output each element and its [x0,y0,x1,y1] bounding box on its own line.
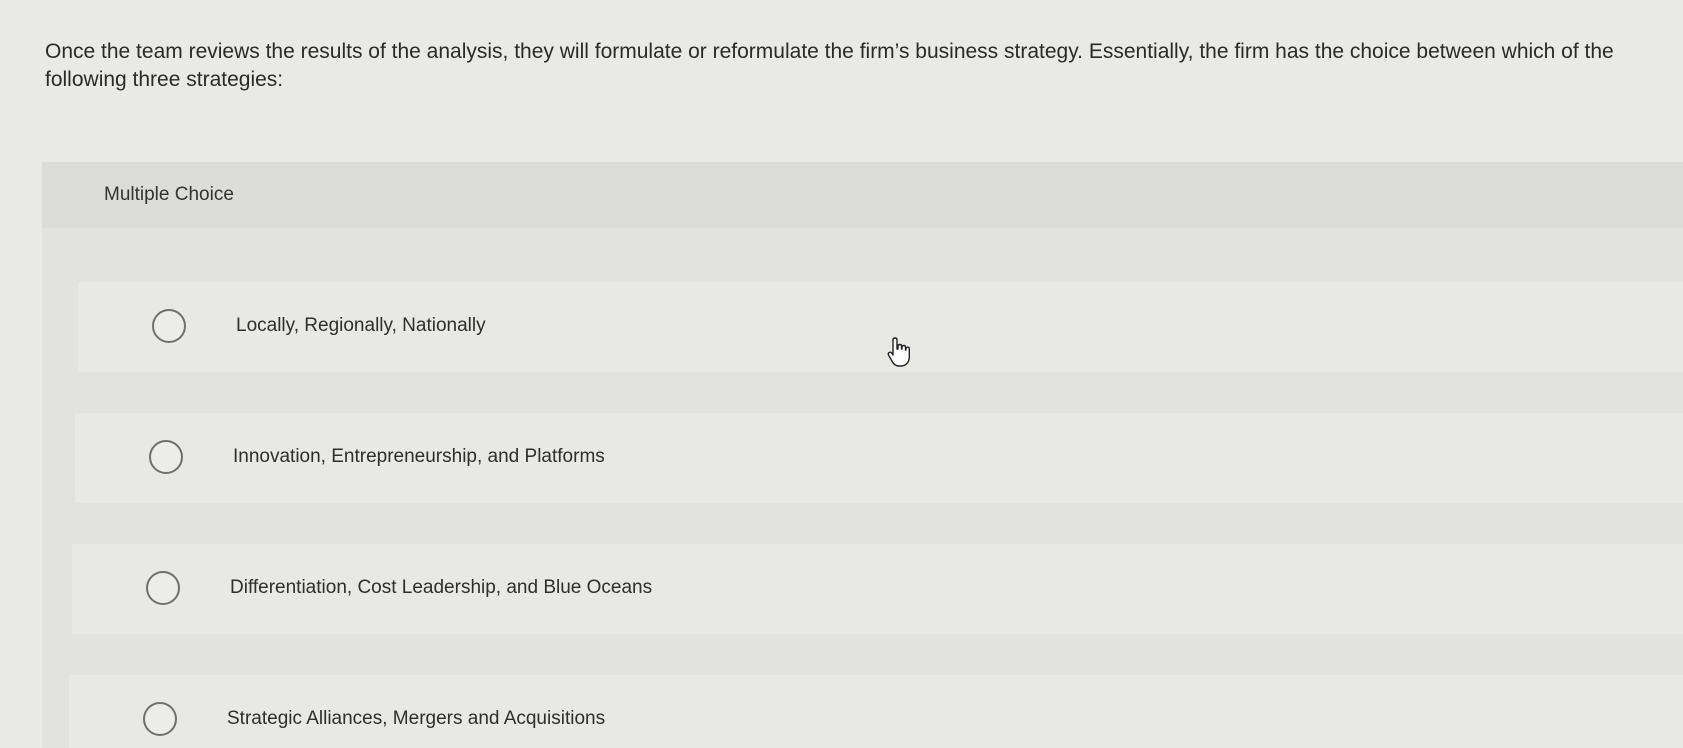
question-text: Once the team reviews the results of the… [45,40,1614,91]
radio-button-icon[interactable] [143,702,177,736]
option-1-label: Locally, Regionally, Nationally [236,315,486,336]
hand-pointer-cursor-icon [887,337,910,367]
radio-button-icon[interactable] [146,571,180,605]
option-2[interactable]: Innovation, Entrepreneurship, and Platfo… [75,413,1683,503]
multiple-choice-header: Multiple Choice [42,162,1683,228]
option-1[interactable]: Locally, Regionally, Nationally [78,282,1683,372]
option-2-label: Innovation, Entrepreneurship, and Platfo… [233,446,605,467]
multiple-choice-panel: Multiple Choice Locally, Regionally, Nat… [42,162,1683,748]
option-3-label: Differentiation, Cost Leadership, and Bl… [230,577,653,598]
option-4[interactable]: Strategic Alliances, Mergers and Acquisi… [69,675,1683,748]
radio-button-icon[interactable] [152,309,186,343]
radio-button-icon[interactable] [149,440,183,474]
option-3[interactable]: Differentiation, Cost Leadership, and Bl… [72,544,1683,634]
option-4-label: Strategic Alliances, Mergers and Acquisi… [227,708,606,729]
multiple-choice-label: Multiple Choice [104,184,234,205]
